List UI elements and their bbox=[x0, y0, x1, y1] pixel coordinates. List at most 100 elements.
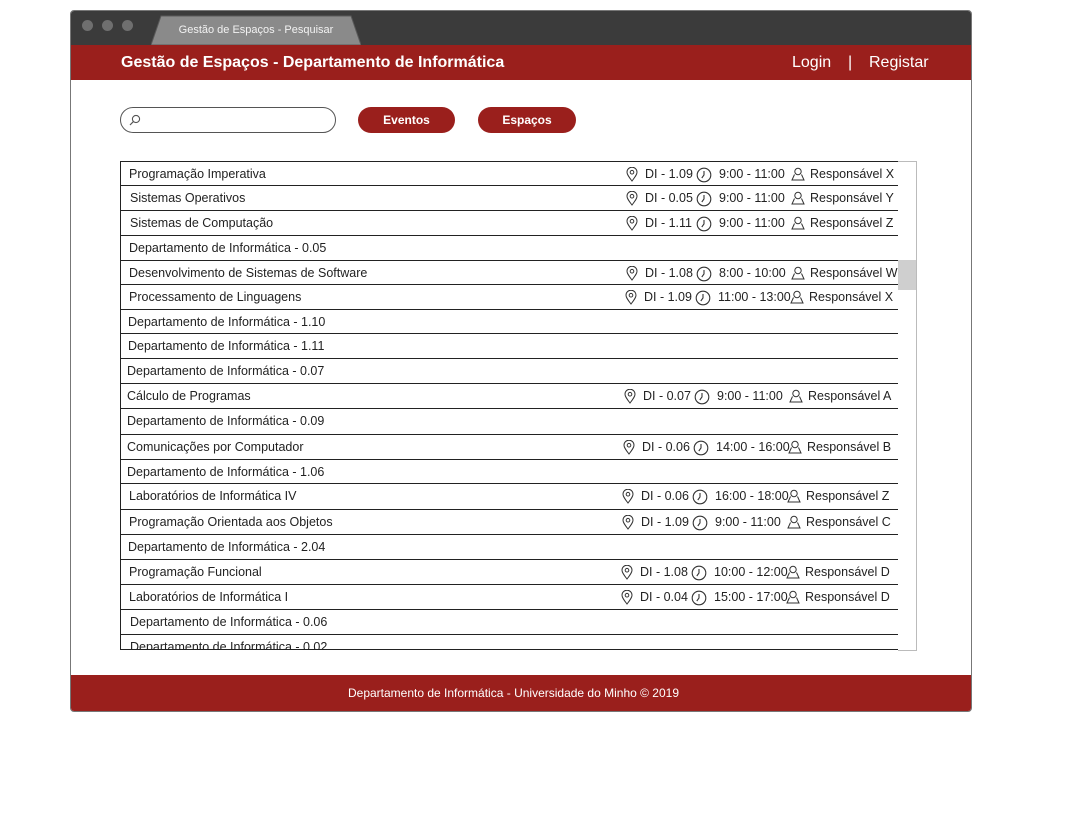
list-row[interactable]: Programação Imperativa DI - 1.09 9:00 - 11… bbox=[121, 161, 898, 186]
time-label: 9:00 - 11:00 bbox=[719, 167, 785, 181]
row-title: Departamento de Informática - 2.04 bbox=[128, 540, 326, 554]
clock-icon bbox=[692, 515, 708, 531]
list-row[interactable]: Departamento de Informática - 2.04 bbox=[121, 534, 898, 559]
clock-icon bbox=[696, 216, 712, 232]
window-titlebar: Gestão de Espaços - Pesquisar bbox=[71, 11, 971, 45]
responsible-label: Responsável D bbox=[805, 590, 890, 604]
row-title: Cálculo de Programas bbox=[127, 389, 251, 403]
list-row[interactable]: Laboratórios de Informática I DI - 0.04 15… bbox=[121, 584, 898, 609]
list-row[interactable]: Departamento de Informática - 0.09 bbox=[121, 408, 898, 433]
room-label: DI - 0.06 bbox=[641, 489, 689, 503]
header-separator: | bbox=[848, 54, 853, 71]
location-pin-icon bbox=[623, 440, 635, 455]
location-pin-icon bbox=[622, 515, 634, 530]
responsible-label: Responsável X bbox=[810, 167, 895, 181]
responsible-label: Responsável X bbox=[809, 290, 894, 304]
row-title: Programação Imperativa bbox=[129, 167, 266, 181]
row-title: Departamento de Informática - 0.07 bbox=[127, 364, 325, 378]
list-row[interactable]: Departamento de Informática - 1.10 bbox=[121, 309, 898, 334]
row-title: Programação Orientada aos Objetos bbox=[129, 515, 333, 529]
room-label: DI - 1.08 bbox=[645, 266, 693, 280]
row-title: Departamento de Informática - 0.05 bbox=[129, 241, 327, 255]
responsible-label: Responsável W bbox=[810, 266, 898, 280]
row-title: Departamento de Informática - 1.10 bbox=[128, 315, 326, 329]
time-label: 8:00 - 10:00 bbox=[719, 266, 786, 280]
list-row[interactable]: Departamento de Informática - 0.05 bbox=[121, 235, 898, 260]
location-pin-icon bbox=[626, 216, 638, 231]
tab-title: Gestão de Espaços - Pesquisar bbox=[178, 24, 334, 36]
list-row[interactable]: Processamento de Linguagens DI - 1.09 11:0… bbox=[121, 284, 898, 309]
room-label: DI - 0.07 bbox=[643, 389, 691, 403]
row-title: Desenvolvimento de Sistemas de Software bbox=[129, 266, 368, 280]
maximize-window-dot[interactable] bbox=[122, 20, 133, 31]
results-list[interactable]: Programação Imperativa DI - 1.09 9:00 - 11… bbox=[120, 161, 899, 650]
page-title: Gestão de Espaços - Departamento de Info… bbox=[121, 54, 505, 71]
person-icon bbox=[789, 389, 803, 403]
list-row[interactable]: Departamento de Informática - 1.11 bbox=[121, 333, 898, 358]
clock-icon bbox=[691, 565, 707, 581]
time-label: 9:00 - 11:00 bbox=[719, 191, 785, 205]
responsible-label: Responsável D bbox=[805, 565, 890, 579]
location-pin-icon bbox=[622, 489, 634, 504]
login-link[interactable]: Login bbox=[792, 45, 831, 80]
clock-icon bbox=[694, 389, 710, 405]
clock-icon bbox=[695, 290, 711, 306]
time-label: 16:00 - 18:00 bbox=[715, 489, 789, 503]
responsible-label: Responsável Z bbox=[810, 216, 894, 230]
spaces-button[interactable]: Espaços bbox=[478, 107, 576, 133]
responsible-label: Responsável Y bbox=[810, 191, 894, 205]
time-label: 11:00 - 13:00 bbox=[718, 290, 791, 304]
room-label: DI - 1.09 bbox=[641, 515, 689, 529]
person-icon bbox=[791, 191, 805, 205]
list-row[interactable]: Sistemas Operativos DI - 0.05 9:00 - 11:00… bbox=[121, 185, 898, 210]
time-label: 15:00 - 17:00 bbox=[714, 590, 788, 604]
room-label: DI - 0.04 bbox=[640, 590, 688, 604]
list-scrollbar[interactable] bbox=[898, 161, 917, 651]
list-row[interactable]: Comunicações por Computador DI - 0.06 14:0… bbox=[121, 434, 898, 459]
location-pin-icon bbox=[621, 590, 633, 605]
list-row[interactable]: Desenvolvimento de Sistemas de Software D… bbox=[121, 260, 898, 285]
site-footer: Departamento de Informática - Universida… bbox=[71, 675, 971, 711]
row-title: Departamento de Informática - 0.06 bbox=[130, 615, 328, 629]
row-title: Departamento de Informática - 1.11 bbox=[128, 339, 325, 353]
person-icon bbox=[786, 590, 800, 604]
footer-text: Departamento de Informática - Universida… bbox=[347, 686, 680, 700]
list-row[interactable]: Laboratórios de Informática IV DI - 0.06 1… bbox=[121, 483, 898, 508]
clock-icon bbox=[696, 266, 712, 282]
location-pin-icon bbox=[626, 191, 638, 206]
site-header: Gestão de Espaços - Departamento de Info… bbox=[71, 45, 971, 80]
person-icon bbox=[787, 515, 801, 529]
row-title: Departamento de Informática - 0.02 bbox=[130, 640, 328, 650]
location-pin-icon bbox=[625, 290, 637, 305]
person-icon bbox=[791, 167, 805, 181]
list-row[interactable]: Programação Funcional DI - 1.08 10:00 - 12… bbox=[121, 559, 898, 584]
list-row[interactable]: Departamento de Informática - 0.06 bbox=[121, 609, 898, 634]
list-row[interactable]: Departamento de Informática - 1.06 bbox=[121, 459, 898, 484]
row-title: Laboratórios de Informática I bbox=[129, 590, 289, 604]
location-pin-icon bbox=[621, 565, 633, 580]
search-input[interactable] bbox=[147, 110, 331, 130]
list-row[interactable]: Programação Orientada aos Objetos DI - 1.… bbox=[121, 509, 898, 534]
time-label: 14:00 - 16:00 bbox=[716, 440, 790, 454]
list-row[interactable]: Departamento de Informática - 0.02 bbox=[121, 634, 898, 650]
person-icon bbox=[786, 565, 800, 579]
list-row[interactable]: Sistemas de Computação DI - 1.11 9:00 - 11… bbox=[121, 210, 898, 235]
person-icon bbox=[787, 489, 801, 503]
close-window-dot[interactable] bbox=[82, 20, 93, 31]
location-pin-icon bbox=[626, 266, 638, 281]
row-title: Programação Funcional bbox=[129, 565, 262, 579]
register-link[interactable]: Registar bbox=[869, 45, 929, 80]
room-label: DI - 1.11 bbox=[645, 216, 693, 230]
events-button[interactable]: Eventos bbox=[358, 107, 455, 133]
browser-tab[interactable]: Gestão de Espaços - Pesquisar bbox=[151, 15, 361, 45]
location-pin-icon bbox=[624, 389, 636, 404]
search-box[interactable] bbox=[120, 107, 336, 133]
list-row[interactable]: Departamento de Informática - 0.07 bbox=[121, 358, 898, 383]
clock-icon bbox=[696, 191, 712, 207]
search-icon bbox=[129, 114, 141, 126]
list-row[interactable]: Cálculo de Programas DI - 0.07 9:00 - 11:0… bbox=[121, 383, 898, 408]
minimize-window-dot[interactable] bbox=[102, 20, 113, 31]
scrollbar-thumb[interactable] bbox=[898, 260, 916, 290]
room-label: DI - 0.05 bbox=[645, 191, 693, 205]
time-label: 9:00 - 11:00 bbox=[717, 389, 783, 403]
